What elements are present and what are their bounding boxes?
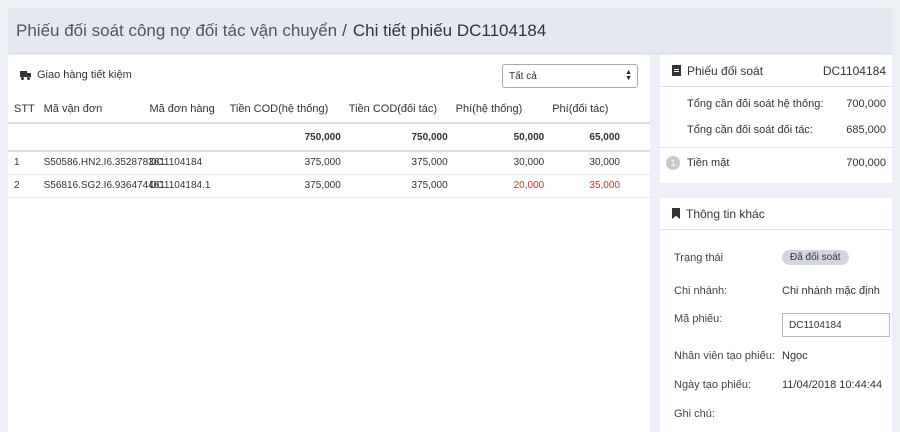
row-order[interactable]: DC1104184 xyxy=(145,151,226,175)
total-fee-system: 50,000 xyxy=(451,123,549,152)
info-title: Thông tin khác xyxy=(686,206,765,221)
header-cod-system: Tiền COD(hệ thống) xyxy=(225,95,345,124)
summary-system-label: Tổng cần đối soát hệ thống: xyxy=(687,98,824,110)
reconciliation-table: STT Mã vận đơn Mã đơn hàng Tiền COD(hệ t… xyxy=(8,95,650,198)
status-label: Trạng thái xyxy=(674,251,724,264)
info-date-row: Ngày tạo phiếu: 11/04/2018 10:44:44 xyxy=(674,379,882,391)
header-cod-partner: Tiền COD(đối tác) xyxy=(344,95,452,124)
header-stt: STT xyxy=(8,95,40,124)
bookmark-icon xyxy=(672,208,680,219)
document-icon xyxy=(672,65,681,76)
total-fee-partner: 65,000 xyxy=(548,123,650,152)
row-order[interactable]: DC1104184.1 xyxy=(145,174,226,198)
breadcrumb-separator: / xyxy=(342,20,347,40)
row-cod-system: 375,000 xyxy=(225,174,345,198)
summary-header: Phiếu đối soát DC1104184 xyxy=(660,55,892,87)
row-fee-partner: 30,000 xyxy=(548,151,650,175)
select-arrows-icon: ▲ ▼ xyxy=(625,69,632,82)
row-fee-partner: 35,000 xyxy=(548,174,650,198)
page: Phiếu đối soát công nợ đối tác vận chuyể… xyxy=(0,0,900,432)
row-fee-system: 20,000 xyxy=(451,174,549,198)
payment-method-row: 1 Tiền mặt 700,000 xyxy=(660,148,892,178)
summary-panel: Phiếu đối soát DC1104184 Tổng cần đối so… xyxy=(660,55,892,183)
info-panel: Thông tin khác Trạng thái Đã đối soát Ch… xyxy=(660,198,892,432)
toolbar: Giao hàng tiết kiệm Tất cả ▲ ▼ xyxy=(8,55,650,95)
header-tracking: Mã vận đơn xyxy=(39,95,146,124)
total-cod-partner: 750,000 xyxy=(344,123,452,152)
table-row[interactable]: 2 S56816.SG2.I6.936474461 DC1104184.1 37… xyxy=(8,174,650,198)
filter-selected: Tất cả xyxy=(509,70,537,82)
summary-code: DC1104184 xyxy=(822,63,886,78)
summary-partner-label: Tổng cần đối soát đối tác: xyxy=(687,124,813,136)
summary-system-row: Tổng cần đối soát hệ thống: 700,000 xyxy=(660,91,892,117)
summary-title: Phiếu đối soát xyxy=(687,63,764,78)
totals-row: 750,000 750,000 50,000 65,000 xyxy=(8,123,650,152)
row-cod-partner: 375,000 xyxy=(344,174,452,198)
summary-partner-row: Tổng cần đối soát đối tác: 685,000 xyxy=(660,117,892,143)
summary-system-value: 700,000 xyxy=(846,98,886,110)
row-cod-partner: 375,000 xyxy=(344,151,452,175)
page-title: Chi tiết phiếu DC1104184 xyxy=(352,20,547,40)
branch-value: Chi nhánh mặc định xyxy=(782,285,880,297)
row-cod-system: 375,000 xyxy=(225,151,345,175)
branch-label: Chi nhánh: xyxy=(674,285,728,297)
row-fee-system: 30,000 xyxy=(451,151,549,175)
truck-icon xyxy=(20,70,32,80)
table-row[interactable]: 1 S50586.HN2.I6.352878361 DC1104184 375,… xyxy=(8,151,650,175)
info-header: Thông tin khác xyxy=(660,198,892,230)
creator-label: Nhân viên tạo phiếu: xyxy=(674,350,775,362)
payment-method-value: 700,000 xyxy=(846,157,886,169)
row-stt: 1 xyxy=(8,151,40,175)
note-label: Ghi chú: xyxy=(674,408,715,420)
total-cod-system: 750,000 xyxy=(225,123,345,152)
order-panel: Giao hàng tiết kiệm Tất cả ▲ ▼ STT Mã vận… xyxy=(8,55,650,432)
info-creator-row: Nhân viên tạo phiếu: Ngọc xyxy=(674,350,808,362)
carrier-name: Giao hàng tiết kiệm xyxy=(37,69,132,81)
table-header-row: STT Mã vận đơn Mã đơn hàng Tiền COD(hệ t… xyxy=(8,95,650,124)
status-filter-select[interactable]: Tất cả ▲ ▼ xyxy=(502,64,638,88)
code-label: Mã phiếu: xyxy=(674,313,723,325)
breadcrumb-parent[interactable]: Phiếu đối soát công nợ đối tác vận chuyể… xyxy=(16,21,337,41)
row-tracking[interactable]: S56816.SG2.I6.936474461 xyxy=(44,180,165,191)
payment-method-label: Tiền mặt xyxy=(687,157,730,169)
row-tracking[interactable]: S50586.HN2.I6.352878361 xyxy=(44,157,165,168)
creator-value: Ngọc xyxy=(782,350,808,362)
date-label: Ngày tạo phiếu: xyxy=(674,379,752,391)
summary-partner-value: 685,000 xyxy=(846,124,886,136)
header-order: Mã đơn hàng xyxy=(145,95,226,124)
info-branch-row: Chi nhánh: Chi nhánh mặc định xyxy=(674,285,880,297)
header-fee-system: Phí(hệ thống) xyxy=(451,95,549,124)
info-status-row: Trạng thái Đã đối soát xyxy=(674,250,849,265)
breadcrumb: Phiếu đối soát công nợ đối tác vận chuyể… xyxy=(8,8,892,54)
row-stt: 2 xyxy=(8,174,40,198)
carrier-label: Giao hàng tiết kiệm xyxy=(20,69,132,81)
header-fee-partner: Phí(đối tác) xyxy=(548,95,650,124)
code-field[interactable]: DC1104184 xyxy=(782,313,890,337)
payment-index-badge: 1 xyxy=(666,156,680,170)
date-value: 11/04/2018 10:44:44 xyxy=(782,379,883,391)
info-note-row: Ghi chú: xyxy=(674,408,782,420)
status-badge: Đã đối soát xyxy=(782,250,849,265)
info-code-row: Mã phiếu: DC1104184 xyxy=(674,311,890,337)
